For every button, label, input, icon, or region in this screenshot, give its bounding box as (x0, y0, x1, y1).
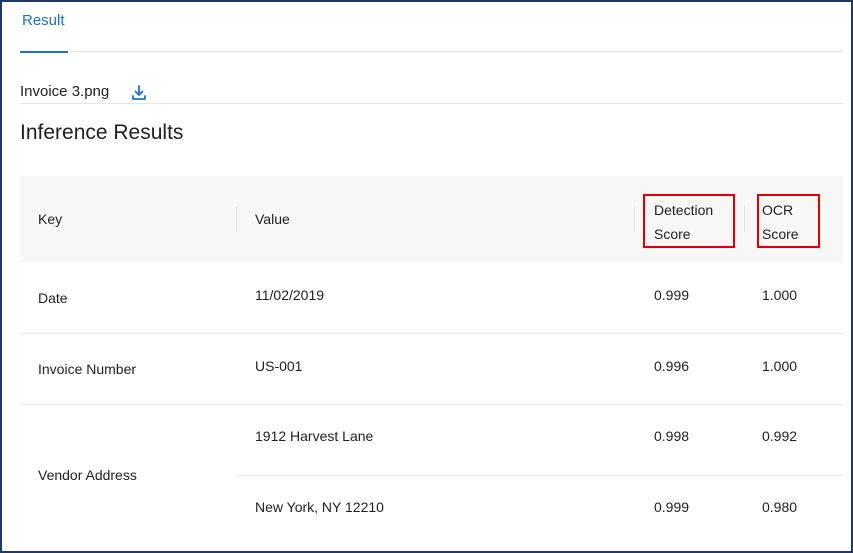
row-detection-score: 0.996 (654, 358, 690, 374)
row-ocr-score: 0.980 (762, 499, 798, 515)
row-key: Date (38, 290, 68, 306)
row-ocr-score: 1.000 (762, 358, 798, 374)
tab-bar: Result (20, 0, 843, 53)
ocr-score-highlight (757, 194, 820, 248)
active-tab-indicator (20, 51, 68, 53)
column-divider (236, 206, 237, 232)
row-value: US-001 (255, 358, 303, 374)
column-divider (744, 206, 745, 232)
file-name: Invoice 3.png (20, 83, 110, 100)
detection-score-highlight (643, 194, 735, 248)
file-row: Invoice 3.png (20, 82, 843, 104)
row-key: Invoice Number (38, 361, 137, 377)
column-divider (634, 206, 635, 232)
page-title: Inference Results (20, 121, 184, 144)
results-table: Key Value Detection Score OCR Score Date… (20, 176, 843, 541)
row-divider (20, 333, 843, 334)
row-detection-score: 0.999 (654, 499, 690, 515)
row-value: 1912 Harvest Lane (255, 428, 374, 444)
row-ocr-score: 1.000 (762, 287, 798, 303)
row-detection-score: 0.999 (654, 287, 690, 303)
column-header-value: Value (255, 211, 290, 227)
column-header-key: Key (38, 211, 63, 227)
row-divider (20, 404, 843, 405)
table-header: Key Value Detection Score OCR Score (20, 176, 843, 262)
row-value: 11/02/2019 (255, 287, 325, 303)
row-detection-score: 0.998 (654, 428, 690, 444)
row-key: Vendor Address (38, 467, 137, 483)
download-icon[interactable] (130, 84, 148, 102)
tab-result-label: Result (22, 12, 65, 29)
tab-result[interactable]: Result (20, 0, 68, 53)
row-value: New York, NY 12210 (255, 499, 384, 515)
row-ocr-score: 0.992 (762, 428, 798, 444)
sub-row-divider (236, 475, 843, 476)
